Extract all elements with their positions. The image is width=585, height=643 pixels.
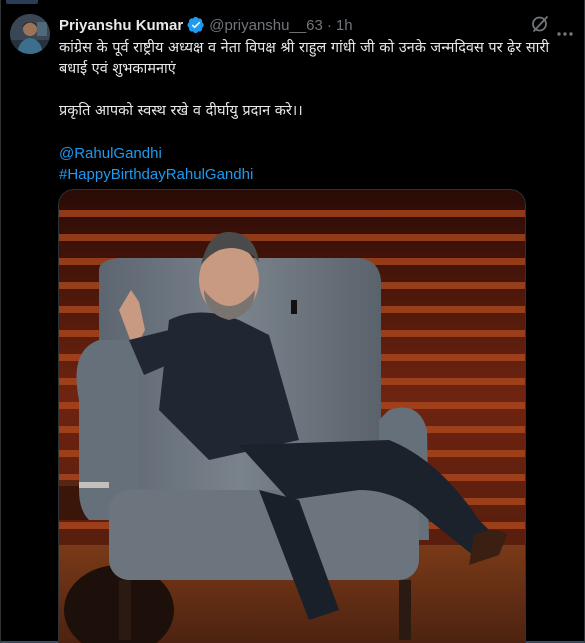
author-name[interactable]: Priyanshu Kumar	[59, 17, 183, 34]
tweet-line-1: कांग्रेस के पूर्व राष्ट्रीय अध्यक्ष व ने…	[59, 40, 550, 77]
more-icon[interactable]	[557, 22, 573, 36]
post-time[interactable]: 1h	[336, 17, 353, 34]
grok-icon[interactable]	[531, 15, 549, 33]
tweet-body: कांग्रेस के पूर्व राष्ट्रीय अध्यक्ष व ने…	[59, 38, 574, 185]
hashtag-link[interactable]: #HappyBirthdayRahulGandhi	[59, 164, 574, 185]
previous-post-edge	[6, 0, 38, 4]
tweet-line-2: प्रकृति आपको स्वस्थ रखे व दीर्घायु प्रदा…	[59, 103, 303, 119]
author-handle[interactable]: @priyanshu__63	[209, 17, 323, 34]
avatar[interactable]	[10, 14, 50, 54]
mention-link[interactable]: @RahulGandhi	[59, 143, 574, 164]
tweet-header: Priyanshu Kumar @priyanshu__63 · 1h	[59, 14, 353, 36]
tweet-photo[interactable]	[58, 189, 526, 643]
tweet-links: @RahulGandhi #HappyBirthdayRahulGandhi	[59, 143, 574, 185]
verified-badge-icon	[187, 16, 205, 34]
photo-image	[59, 190, 525, 643]
header-separator: ·	[326, 16, 332, 34]
